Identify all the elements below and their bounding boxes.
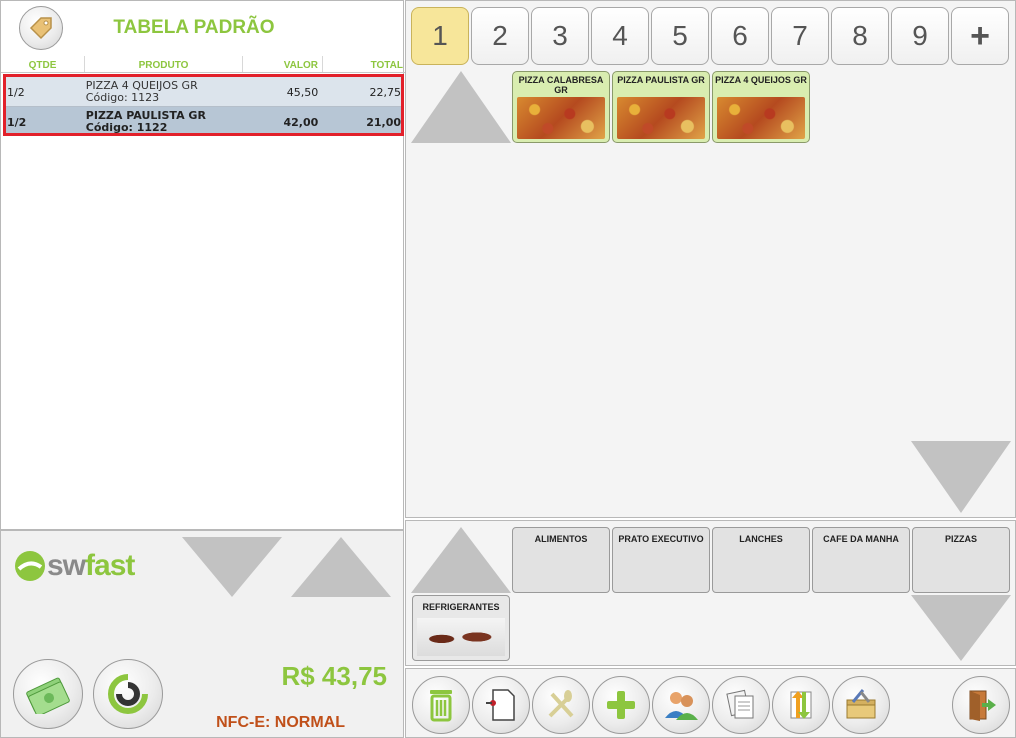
tab-add[interactable]: + [951,7,1009,65]
products-scroll-down-button[interactable] [911,441,1011,513]
trash-icon [430,690,452,722]
add-button[interactable] [592,676,650,734]
categories-panel: ALIMENTOS PRATO EXECUTIVO LANCHES CAFE D… [405,520,1016,666]
products-panel: 1 2 3 4 5 6 7 8 9 + PIZZA CALABRESA GR P… [405,0,1016,518]
category-pizzas[interactable]: PIZZAS [912,527,1010,593]
tab-7[interactable]: 7 [771,7,829,65]
category-lanches[interactable]: LANCHES [712,527,810,593]
delete-button[interactable] [412,676,470,734]
document-pin-icon [486,689,515,721]
item-code: Código: 1122 [85,121,168,134]
categories-scroll-down-button[interactable] [911,595,1011,661]
category-alimentos[interactable]: ALIMENTOS [512,527,610,593]
item-code: Código: 1123 [85,91,160,104]
products-scroll-up-button[interactable] [411,71,511,143]
tab-2[interactable]: 2 [471,7,529,65]
item-value: 45,50 [286,86,319,99]
plus-icon [607,691,635,719]
category-cafe-da-manha[interactable]: CAFE DA MANHA [812,527,910,593]
category-refrigerantes[interactable]: REFRIGERANTES [412,595,510,661]
item-value: 42,00 [283,116,319,129]
summary-panel: swfast R$ 43,75 NFC-E: NORMAL [0,530,404,738]
exit-door-icon [969,690,996,721]
tab-1[interactable]: 1 [411,7,469,65]
tab-4[interactable]: 4 [591,7,649,65]
tab-9[interactable]: 9 [891,7,949,65]
exit-button[interactable] [952,676,1010,734]
order-table-header: QTDE PRODUTO VALOR TOTAL [1,56,405,73]
payment-button[interactable] [13,659,83,729]
tab-8[interactable]: 8 [831,7,889,65]
column-qtde: QTDE [1,56,85,72]
tab-5[interactable]: 5 [651,7,709,65]
categories-scroll-up-button[interactable] [411,527,511,593]
cutlery-icon [548,690,574,718]
copy-button[interactable] [712,676,770,734]
transfer-button[interactable] [772,676,830,734]
product-pizza-4-queijos[interactable]: PIZZA 4 QUEIJOS GR [712,71,810,143]
tools-button[interactable] [832,676,890,734]
category-prato-executivo[interactable]: PRATO EXECUTIVO [612,527,710,593]
item-qty: 1/2 [7,86,25,99]
pizza-image [717,97,805,139]
column-total: TOTAL [370,60,403,71]
note-button[interactable] [472,676,530,734]
pizza-image [617,97,705,139]
scroll-down-button[interactable] [182,537,282,597]
order-items: 1/2 PIZZA 4 QUEIJOS GR Código: 1123 45,5… [3,74,404,136]
item-total: 22,75 [369,86,402,99]
tab-6[interactable]: 6 [711,7,769,65]
column-produto: PRODUTO [85,56,243,72]
swfast-logo-icon [15,551,45,581]
product-pizza-paulista[interactable]: PIZZA PAULISTA GR [612,71,710,143]
order-panel: TABELA PADRÃO QTDE PRODUTO VALOR TOTAL 1… [0,0,405,530]
tab-3[interactable]: 3 [531,7,589,65]
documents-icon [726,689,754,719]
logo-sw: sw [47,549,86,582]
toolbox-icon [846,689,876,719]
refresh-button[interactable] [93,659,163,729]
swirl-icon [108,674,148,714]
price-table-title: TABELA PADRÃO [113,17,275,38]
item-total: 21,00 [366,116,402,129]
money-icon [26,677,70,714]
users-icon [665,692,698,720]
swfast-logo: swfast [13,549,135,583]
product-pizza-calabresa[interactable]: PIZZA CALABRESA GR [512,71,610,143]
column-valor: VALOR [243,56,323,72]
pizza-image [517,97,605,139]
table-row[interactable]: 1/2 PIZZA PAULISTA GR Código: 1122 42,00… [6,107,402,134]
logo-fast: fast [85,549,135,582]
soda-image [417,618,505,656]
order-total: R$ 43,75 [281,661,387,691]
cutlery-button[interactable] [532,676,590,734]
transfer-arrows-icon [790,691,812,719]
nfce-status: NFC-E: NORMAL [216,714,345,731]
item-product: PIZZA 4 QUEIJOS GR Código: 1123 [86,77,242,106]
item-product: PIZZA PAULISTA GR Código: 1122 [85,107,242,134]
toolbar [405,668,1016,738]
table-row[interactable]: 1/2 PIZZA 4 QUEIJOS GR Código: 1123 45,5… [6,77,401,107]
scroll-up-button[interactable] [291,537,391,597]
customers-button[interactable] [652,676,710,734]
item-qty: 1/2 [7,116,27,129]
